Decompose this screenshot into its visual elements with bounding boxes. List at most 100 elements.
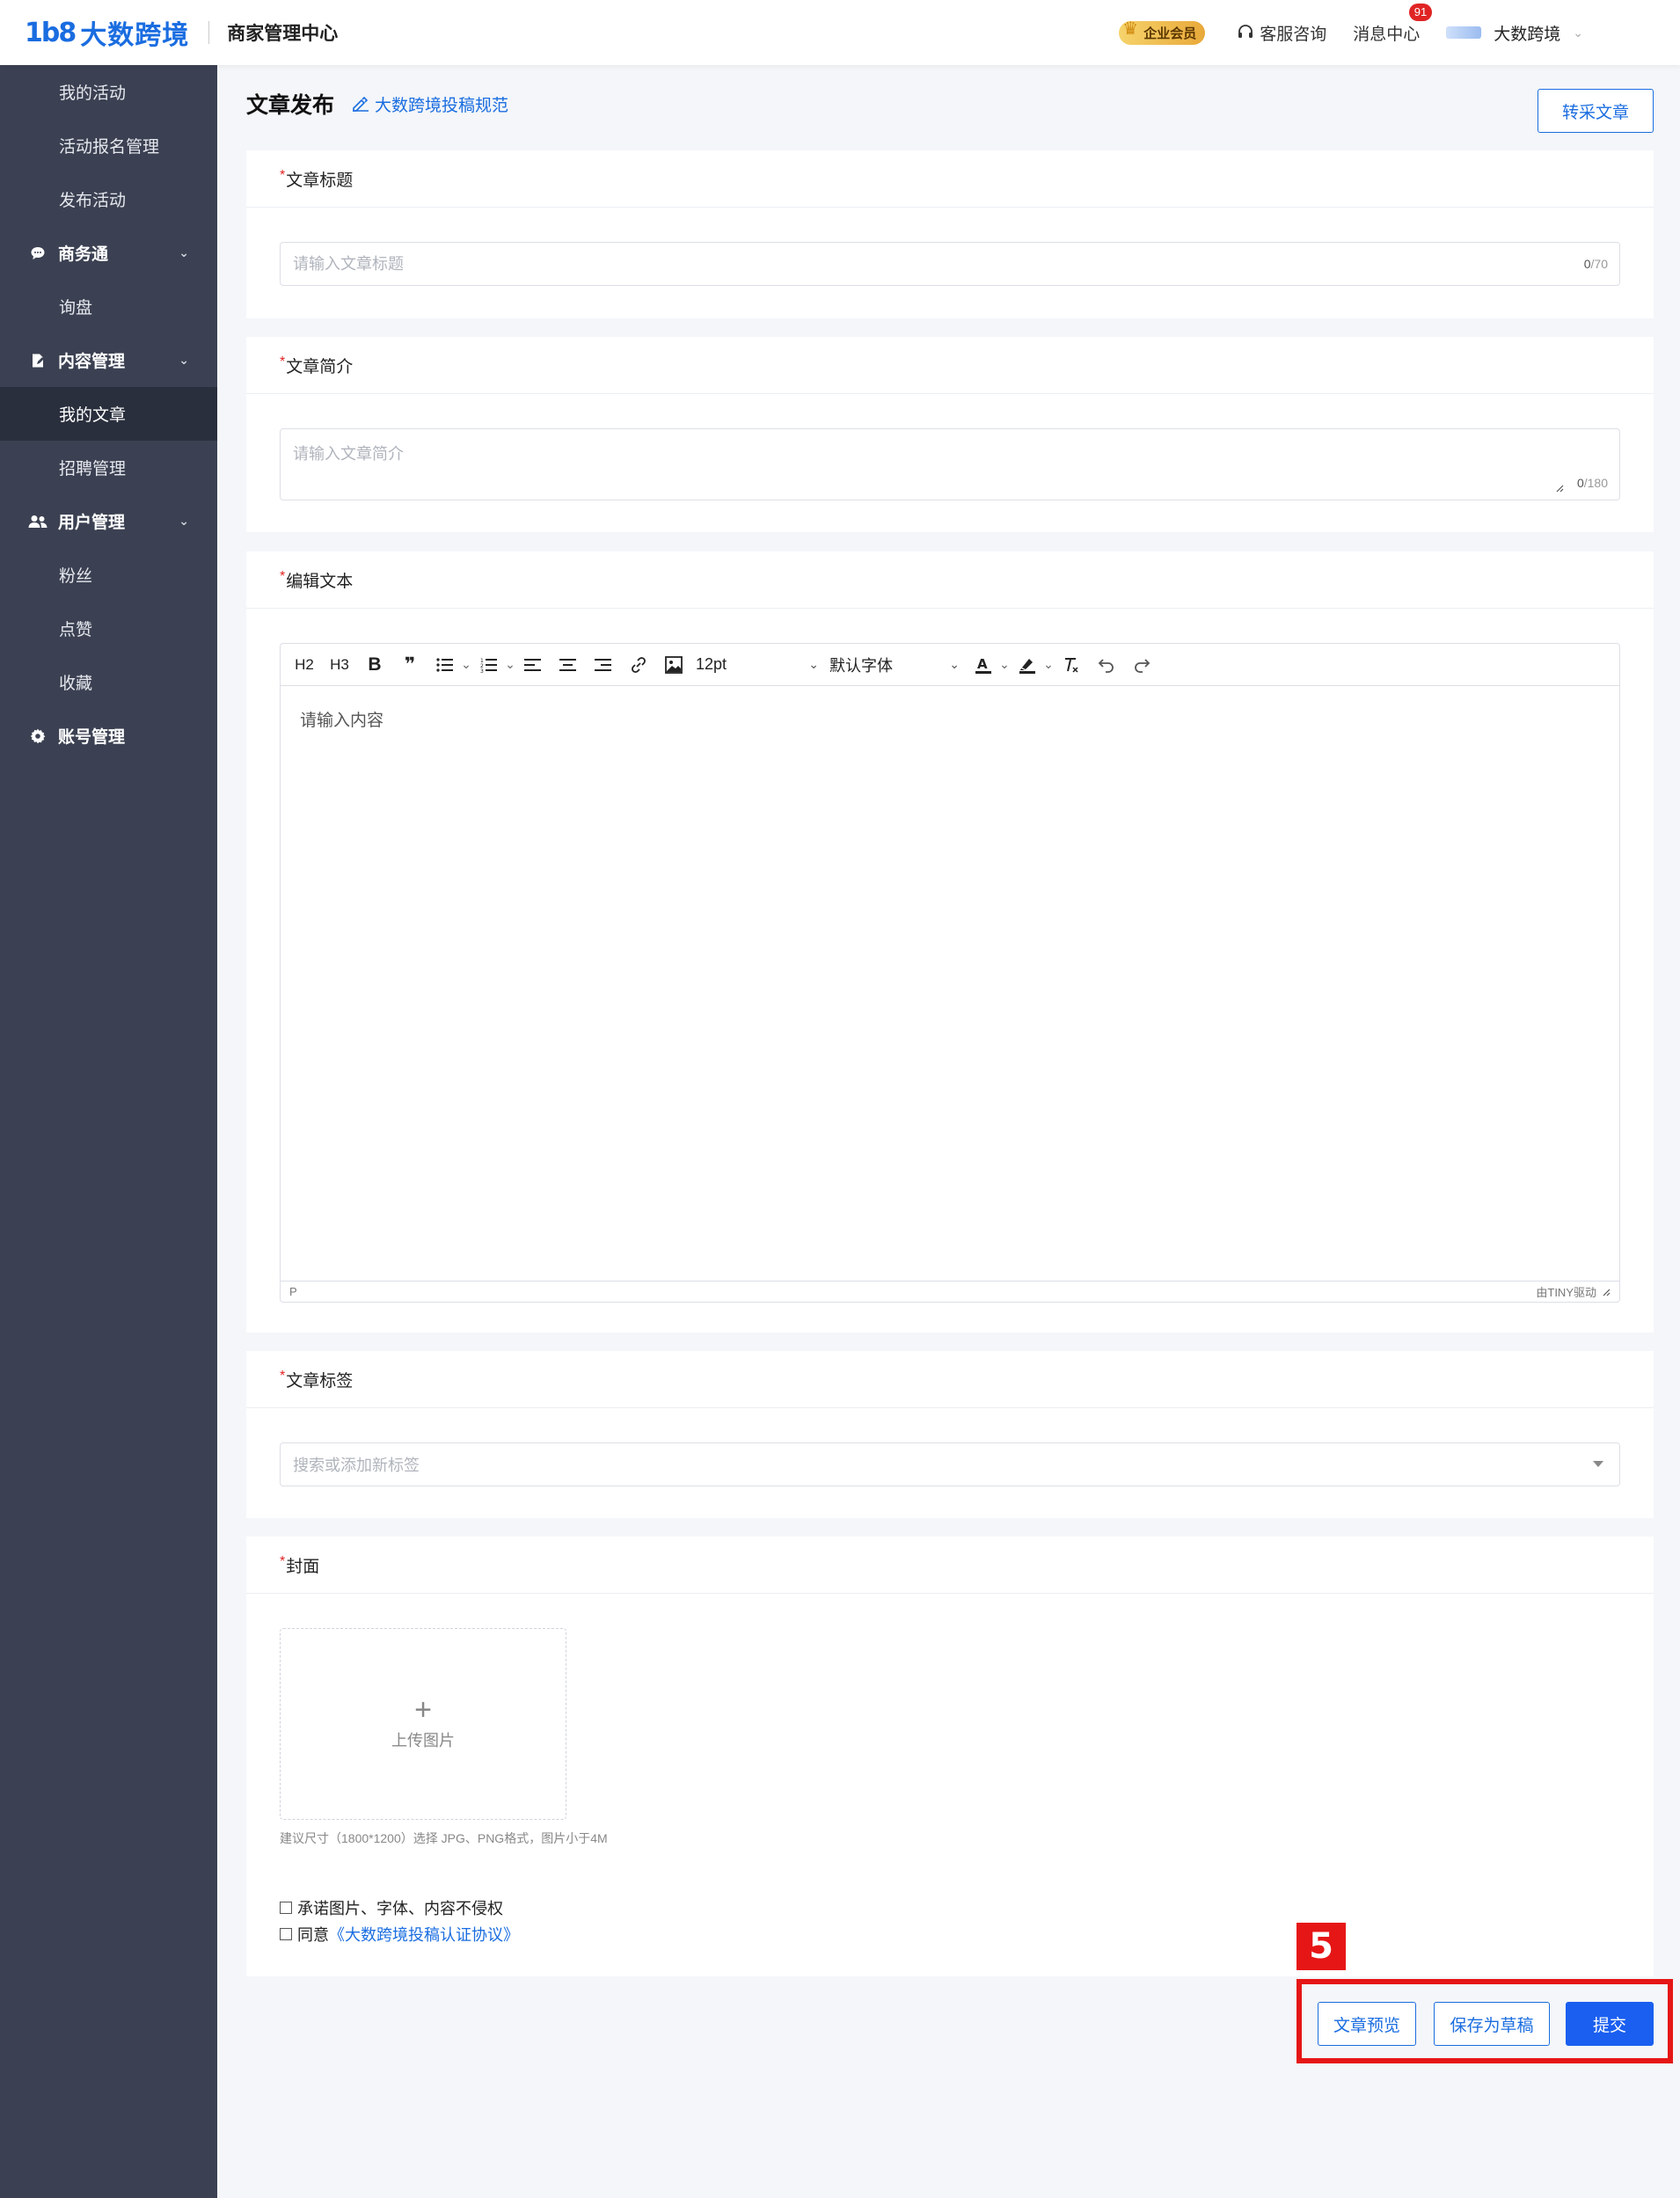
clear-format-icon[interactable] (1058, 651, 1085, 679)
submit-button[interactable]: 提交 (1566, 2002, 1654, 2046)
preview-article-button[interactable]: 文章预览 (1318, 2002, 1416, 2046)
cover-upload-area[interactable]: + 上传图片 (280, 1628, 566, 1820)
article-title-input[interactable] (280, 242, 1620, 286)
image-icon[interactable] (661, 651, 687, 679)
rich-text-editor: H2 H3 B ❞ ⌄ 123 ⌄ 12pt ⌄ 默认字体 ⌄ A ⌄ ⌄ 请输… (280, 643, 1620, 1303)
upload-hint: 建议尺寸（1800*1200）选择 JPG、PNG格式，图片小于4M (280, 1831, 608, 1845)
sidebar-group-business[interactable]: 商务通 ⌄ (0, 226, 217, 280)
resize-handle-icon[interactable] (1602, 1288, 1611, 1296)
sidebar-item-inquiry[interactable]: 询盘 (0, 280, 217, 333)
copyright-checkbox[interactable] (280, 1902, 292, 1914)
font-size-select[interactable]: 12pt ⌄ (696, 655, 819, 674)
align-right-icon[interactable] (590, 651, 617, 679)
bullet-list-icon[interactable] (432, 651, 458, 679)
guide-link-label: 大数跨境投稿规范 (375, 96, 509, 115)
font-size-value: 12pt (696, 655, 727, 673)
sidebar-group-label: 商务通 (58, 245, 109, 264)
support-label: 客服咨询 (1260, 25, 1327, 44)
page-header: 文章发布 大数跨境投稿规范 (246, 88, 508, 120)
link-icon[interactable] (625, 651, 652, 679)
required-mark: * (280, 1554, 286, 1569)
chevron-down-icon[interactable]: ⌄ (504, 651, 516, 679)
font-family-select[interactable]: 默认字体 ⌄ (829, 654, 960, 676)
cover-card: * 封面 + 上传图片 建议尺寸（1800*1200）选择 JPG、PNG格式，… (246, 1537, 1654, 1976)
bold-button[interactable]: B (362, 651, 388, 679)
message-center-link[interactable]: 消息中心 91 (1353, 3, 1433, 45)
customer-support-link[interactable]: 客服咨询 (1237, 21, 1326, 45)
sidebar-item-label: 招聘管理 (59, 460, 127, 478)
chevron-down-icon: ⌄ (179, 353, 189, 367)
chevron-down-icon: ⌄ (808, 657, 819, 671)
reprint-article-button[interactable]: 转采文章 (1538, 89, 1654, 133)
powered-by-text[interactable]: 由TINY驱动 (1536, 1283, 1596, 1300)
tag-search-placeholder: 搜索或添加新标签 (293, 1457, 420, 1474)
sidebar-group-users[interactable]: 用户管理 ⌄ (0, 494, 217, 548)
heading-3-button[interactable]: H3 (326, 651, 353, 679)
chat-bubble-icon (28, 245, 47, 261)
text-color-icon[interactable]: A (970, 651, 997, 679)
tags-label: 文章标签 (286, 1371, 354, 1391)
sidebar-item-my-activities[interactable]: 我的活动 (0, 65, 217, 119)
sidebar-item-label: 收藏 (59, 675, 93, 693)
sidebar-item-my-articles[interactable]: 我的文章 (0, 387, 217, 441)
numbered-list-icon[interactable]: 123 (476, 651, 502, 679)
agreement-prefix: 同意 (297, 1926, 329, 1944)
chevron-down-icon[interactable]: ⌄ (1042, 651, 1055, 679)
sidebar-item-activity-registration[interactable]: 活动报名管理 (0, 119, 217, 172)
sidebar-group-account[interactable]: 账号管理 (0, 709, 217, 763)
user-name: 大数跨境 (1494, 25, 1561, 44)
align-left-icon[interactable] (520, 651, 546, 679)
pen-icon (353, 96, 369, 112)
highlight-color-icon[interactable] (1014, 651, 1041, 679)
chevron-down-icon: ⌄ (1573, 25, 1583, 40)
summary-max: /180 (1583, 476, 1608, 490)
blockquote-button[interactable]: ❞ (397, 651, 423, 679)
sidebar: 我的活动 活动报名管理 发布活动 商务通 ⌄ 询盘 内容管理 ⌄ 我的文章 招聘… (0, 65, 217, 2198)
article-summary-textarea[interactable] (280, 428, 1620, 500)
element-path[interactable]: P (289, 1285, 297, 1298)
svg-text:3: 3 (480, 668, 484, 673)
agreement-checkbox-row[interactable]: 同意 《大数跨境投稿认证协议》 (280, 1923, 519, 1946)
plus-icon: + (414, 1693, 432, 1727)
agreement-link[interactable]: 《大数跨境投稿认证协议》 (329, 1923, 519, 1946)
agreement-checkbox[interactable] (280, 1928, 292, 1940)
sidebar-item-likes[interactable]: 点赞 (0, 602, 217, 655)
sidebar-item-label: 发布活动 (59, 192, 127, 210)
app-title: 商家管理中心 (227, 24, 339, 44)
brand-logo[interactable]: 1b8 大数跨境 (25, 13, 189, 52)
submission-guide-link[interactable]: 大数跨境投稿规范 (352, 92, 508, 116)
logo-text: 大数跨境 (80, 21, 190, 50)
summary-card: * 文章简介 0/180 (246, 337, 1654, 532)
redo-icon[interactable] (1129, 651, 1155, 679)
resize-handle-icon[interactable] (1555, 484, 1564, 493)
sidebar-item-fans[interactable]: 粉丝 (0, 548, 217, 602)
chevron-down-icon[interactable]: ⌄ (460, 651, 472, 679)
svg-text:A: A (977, 656, 988, 672)
summary-char-counter: 0/180 (1577, 476, 1608, 490)
tags-card: * 文章标签 搜索或添加新标签 (246, 1351, 1654, 1518)
chevron-down-icon: ⌄ (179, 245, 189, 259)
sidebar-item-favorites[interactable]: 收藏 (0, 655, 217, 709)
align-center-icon[interactable] (555, 651, 581, 679)
users-icon (28, 515, 47, 529)
editor-content-area[interactable]: 请输入内容 (281, 686, 1619, 1281)
required-mark: * (280, 1369, 286, 1384)
sidebar-item-label: 粉丝 (59, 567, 93, 586)
sidebar-item-label: 活动报名管理 (59, 138, 160, 157)
sidebar-group-content[interactable]: 内容管理 ⌄ (0, 333, 217, 387)
tag-search-select[interactable]: 搜索或添加新标签 (280, 1442, 1620, 1486)
undo-icon[interactable] (1093, 651, 1120, 679)
sidebar-group-label: 账号管理 (58, 728, 126, 747)
copyright-checkbox-row[interactable]: 承诺图片、字体、内容不侵权 (280, 1896, 503, 1919)
sidebar-item-publish-activity[interactable]: 发布活动 (0, 172, 217, 226)
chevron-down-icon: ⌄ (949, 657, 960, 671)
chevron-down-icon[interactable]: ⌄ (998, 651, 1011, 679)
document-edit-icon (28, 353, 47, 369)
sidebar-item-recruitment[interactable]: 招聘管理 (0, 441, 217, 494)
user-menu[interactable]: 大数跨境 ⌄ (1446, 21, 1583, 45)
vip-badge[interactable]: ♛ 企业会员 (1119, 19, 1206, 45)
required-mark: * (280, 569, 286, 584)
cover-label: 封面 (286, 1557, 320, 1576)
heading-2-button[interactable]: H2 (291, 651, 318, 679)
save-draft-button[interactable]: 保存为草稿 (1434, 2002, 1550, 2046)
